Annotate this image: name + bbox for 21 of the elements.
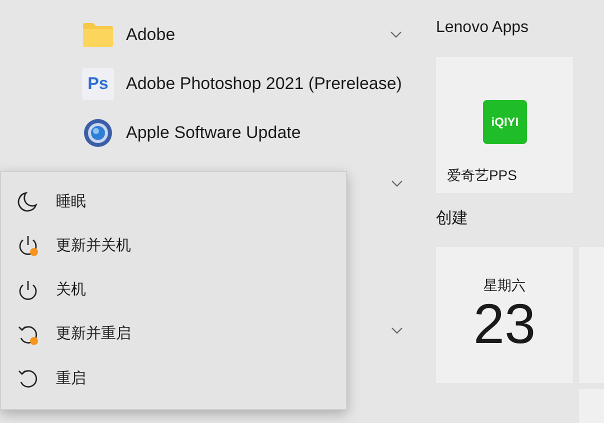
calendar-tile[interactable]: 星期六 23 — [436, 247, 573, 383]
folder-icon — [82, 22, 114, 48]
menu-item[interactable]: 关机 — [56, 279, 86, 302]
weekday-label: 星期六 — [483, 276, 526, 295]
app-list-item[interactable]: Adobe — [0, 10, 428, 59]
group-title: 创建 — [436, 208, 468, 229]
day-number: 23 — [473, 296, 536, 352]
group-title: Lenovo Apps — [436, 18, 528, 38]
app-list-item[interactable]: Apple Software Update — [0, 108, 428, 157]
menu-item[interactable]: 更新并重启 — [56, 323, 131, 346]
video-app-icon: iQIYI — [482, 100, 527, 144]
menu-item[interactable]: 睡眠 — [56, 190, 86, 214]
menu-item[interactable]: 重启 — [56, 368, 86, 390]
chevron-icon[interactable] — [390, 31, 402, 38]
photoshop-icon: Ps — [82, 68, 114, 100]
app-tile[interactable]: iQIYI 爱奇艺PPS — [436, 57, 573, 193]
app-list-item[interactable]: Ps Adobe Photoshop 2021 (Prerelease) — [0, 59, 428, 108]
chevron-icon[interactable] — [391, 180, 403, 187]
menu-item[interactable]: 更新并关机 — [56, 235, 131, 258]
chevron-icon[interactable] — [391, 327, 403, 334]
tile-label: 爱奇艺PPS — [446, 166, 517, 184]
